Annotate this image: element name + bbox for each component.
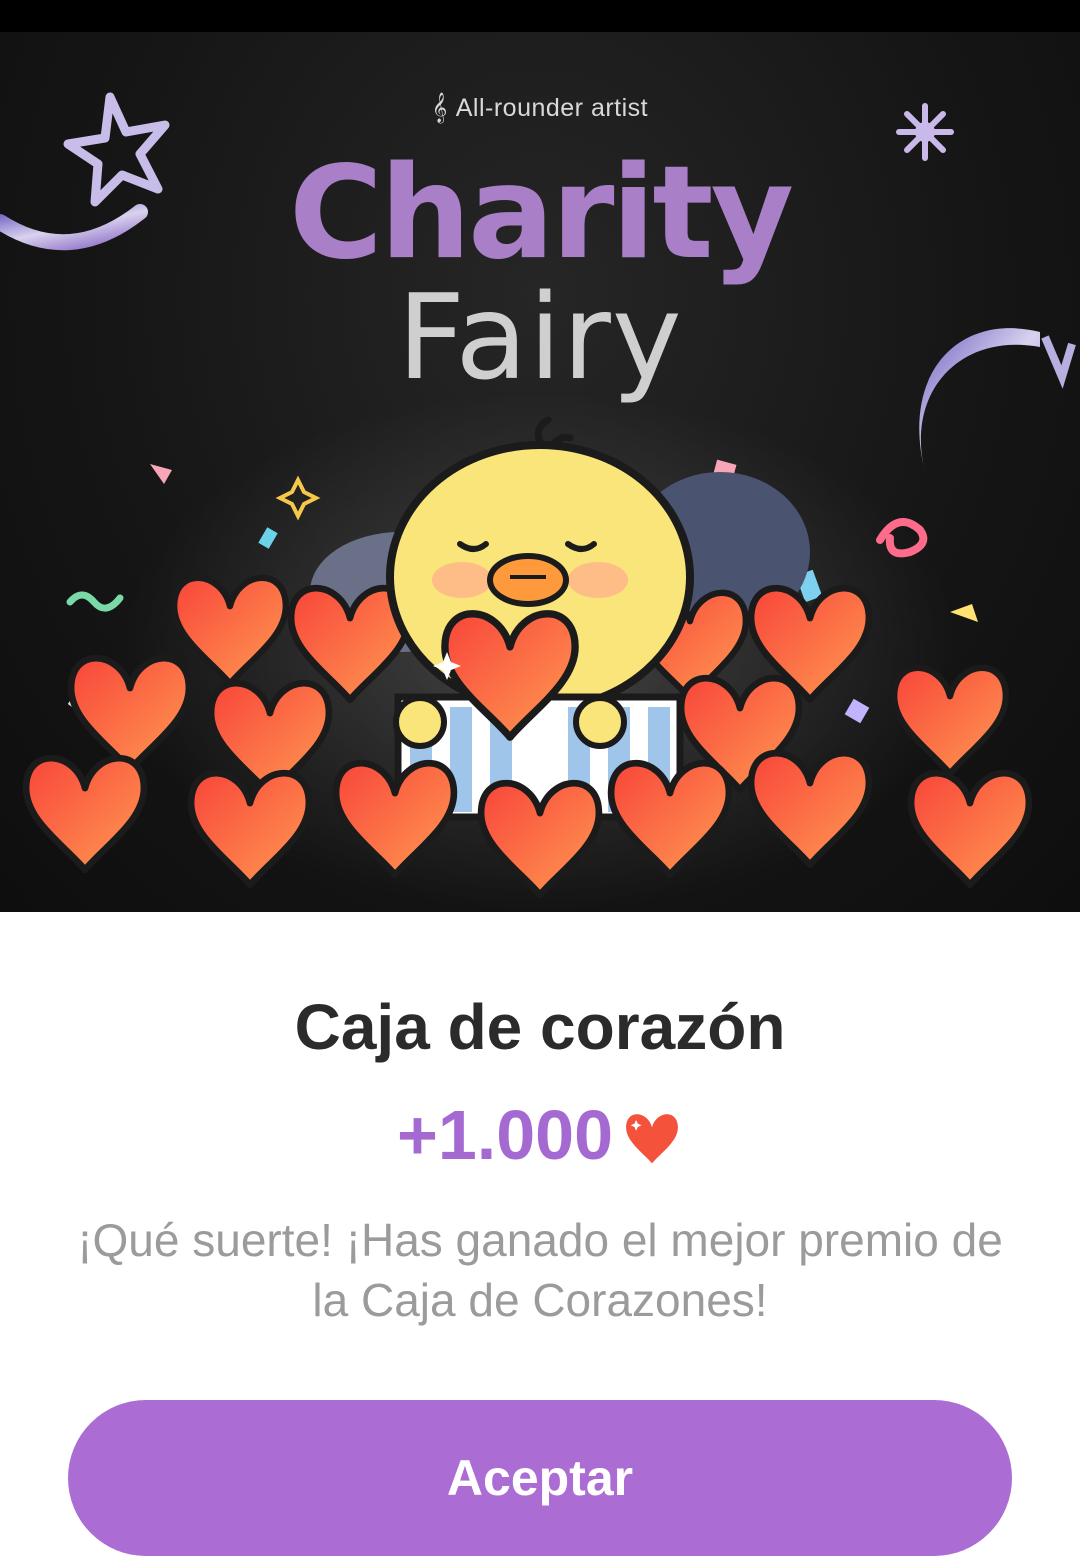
reward-message: ¡Qué suerte! ¡Has ganado el mejor premio… xyxy=(77,1214,1003,1326)
status-bar xyxy=(0,0,1080,32)
heart-icon xyxy=(621,1101,683,1181)
prize-amount: +1.000 xyxy=(0,1095,1080,1181)
moon-decoration-icon xyxy=(919,328,1076,472)
accept-button[interactable]: Aceptar xyxy=(68,1400,1012,1556)
flower-decoration-icon xyxy=(896,103,954,161)
prize-name: Caja de corazón xyxy=(294,991,786,1063)
star-decoration-icon xyxy=(0,92,170,251)
celebration-illustration xyxy=(0,92,1076,912)
event-banner: 𝄞 All-rounder artist Charity Fairy xyxy=(0,32,1080,912)
amount-value: +1.000 xyxy=(396,1096,614,1174)
